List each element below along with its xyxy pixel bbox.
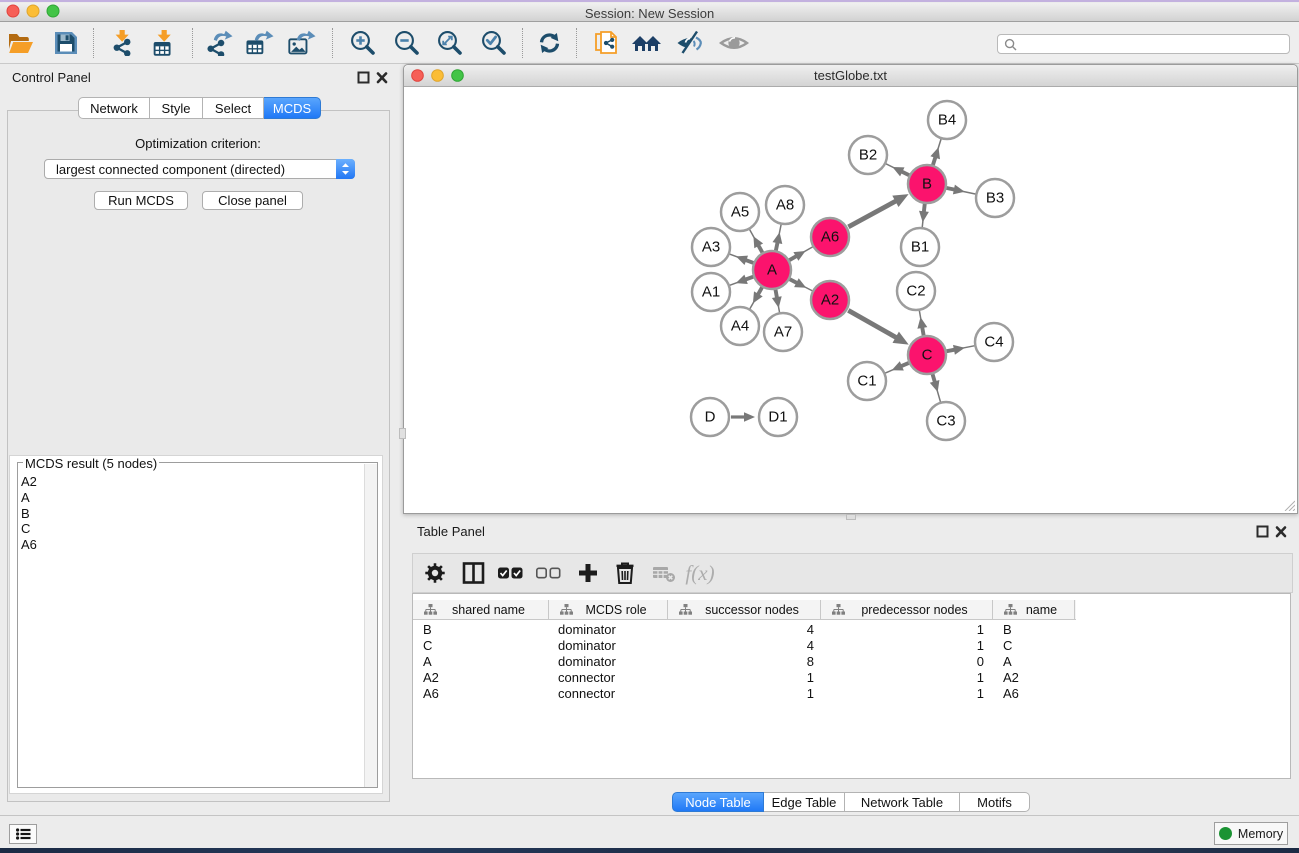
svg-text:B4: B4 bbox=[938, 112, 956, 129]
svg-text:C1: C1 bbox=[857, 373, 876, 390]
svg-text:A2: A2 bbox=[821, 292, 839, 309]
svg-text:A8: A8 bbox=[776, 197, 794, 214]
svg-text:B1: B1 bbox=[911, 239, 929, 256]
svg-text:C2: C2 bbox=[906, 283, 925, 300]
svg-text:A3: A3 bbox=[702, 239, 720, 256]
svg-text:C4: C4 bbox=[984, 334, 1003, 351]
svg-text:C: C bbox=[922, 347, 933, 364]
svg-text:D1: D1 bbox=[768, 409, 787, 426]
svg-text:A1: A1 bbox=[702, 284, 720, 301]
svg-text:B: B bbox=[922, 176, 932, 193]
svg-text:A7: A7 bbox=[774, 324, 792, 341]
svg-text:C3: C3 bbox=[936, 413, 955, 430]
svg-text:A: A bbox=[767, 262, 777, 279]
svg-text:A6: A6 bbox=[821, 229, 839, 246]
svg-text:A5: A5 bbox=[731, 204, 749, 221]
svg-text:A4: A4 bbox=[731, 318, 749, 335]
svg-text:D: D bbox=[705, 409, 716, 426]
svg-text:B2: B2 bbox=[859, 147, 877, 164]
svg-text:B3: B3 bbox=[986, 190, 1004, 207]
